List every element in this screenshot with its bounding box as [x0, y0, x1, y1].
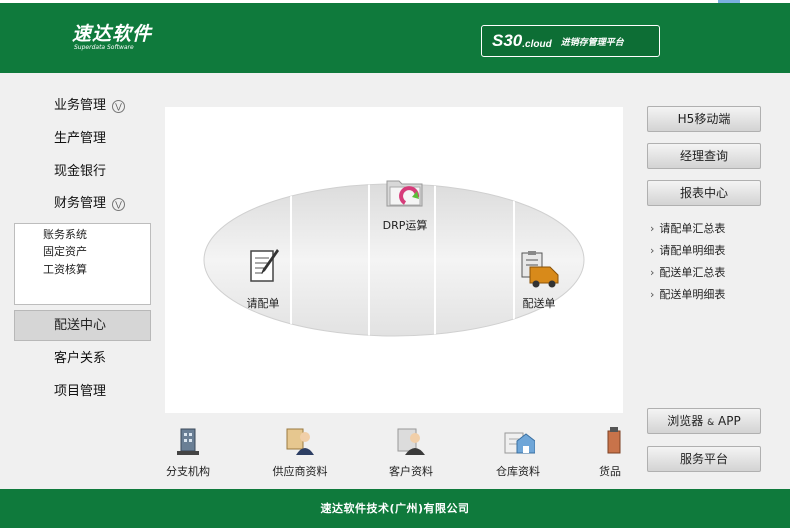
footer-bar: 速达软件技术(广州)有限公司	[0, 489, 790, 528]
nav-item-distribution-active[interactable]: 配送中心	[14, 310, 151, 341]
report-link-requisition-detail[interactable]: › 请配单明细表	[650, 244, 725, 258]
nav-item-business[interactable]: 业务管理 ⋁	[54, 96, 126, 116]
delivery-truck-icon	[521, 251, 559, 288]
flow-node-label: DRP运算	[382, 219, 428, 232]
quick-link-label: 客户资料	[389, 465, 433, 478]
chevron-right-icon: ›	[650, 244, 655, 257]
report-link-requisition-summary[interactable]: › 请配单汇总表	[650, 222, 725, 236]
sub-item-payroll[interactable]: 工资核算	[43, 263, 87, 277]
header-top-line	[0, 0, 790, 3]
flow-node-label: 请配单	[246, 297, 280, 310]
header-bar: 速达软件 Superdata Software S30 .cloud 进销存管理…	[0, 0, 790, 73]
logo-sub-text: Superdata Software	[74, 44, 134, 51]
manager-query-button[interactable]: 经理查询	[647, 143, 761, 169]
customer-icon	[397, 428, 425, 455]
nav-item-cash-bank[interactable]: 现金银行	[54, 162, 106, 182]
quick-link-goods[interactable]: 货品	[596, 425, 624, 479]
folder-refresh-icon	[386, 180, 423, 207]
product-cloud: .cloud	[522, 38, 552, 50]
report-link-label: 请配单汇总表	[659, 222, 726, 235]
chevron-double-down-icon[interactable]: ⋁	[112, 197, 126, 211]
clipboard-edit-icon	[250, 249, 279, 282]
nav-item-label: 业务管理	[54, 98, 107, 113]
quick-link-suppliers[interactable]: 供应商资料	[268, 425, 332, 479]
nav-item-label: 生产管理	[54, 131, 107, 146]
chevron-double-down-icon[interactable]: ⋁	[112, 99, 126, 113]
product-badge: S30 .cloud 进销存管理平台	[481, 25, 660, 57]
logo: 速达软件 Superdata Software	[72, 24, 152, 52]
logo-main-text: 速达软件	[72, 23, 153, 45]
chevron-right-icon: ›	[650, 222, 655, 235]
report-link-label: 配送单明细表	[659, 288, 726, 301]
quick-link-label: 分支机构	[166, 465, 210, 478]
report-link-label: 配送单汇总表	[659, 266, 726, 279]
nav-item-label: 客户关系	[54, 351, 107, 366]
quick-link-branches[interactable]: 分支机构	[162, 425, 214, 479]
report-link-delivery-summary[interactable]: › 配送单汇总表	[650, 266, 725, 280]
nav-item-projects[interactable]: 项目管理	[54, 382, 106, 402]
nav-item-production[interactable]: 生产管理	[54, 129, 106, 149]
corner-window-icon	[718, 0, 740, 3]
browser-app-amp: &	[707, 418, 715, 428]
quick-link-label: 货品	[599, 465, 621, 478]
nav-item-label: 项目管理	[54, 384, 107, 399]
quick-link-warehouses[interactable]: 仓库资料	[492, 425, 544, 479]
warehouse-icon	[504, 432, 536, 454]
nav-item-label: 财务管理	[54, 196, 107, 211]
supplier-icon	[286, 428, 314, 455]
browser-app-label: 浏览器	[667, 414, 704, 428]
chevron-right-icon: ›	[650, 266, 655, 279]
footer-company: 速达软件技术(广州)有限公司	[320, 502, 470, 515]
report-center-button[interactable]: 报表中心	[647, 180, 761, 206]
browser-app-button[interactable]: 浏览器 & APP	[647, 408, 761, 434]
report-link-delivery-detail[interactable]: › 配送单明细表	[650, 288, 725, 302]
building-icon	[177, 428, 199, 455]
flow-node-delivery[interactable]: 配送单	[513, 249, 565, 311]
sub-item-accounting[interactable]: 账务系统	[43, 228, 87, 242]
flow-node-requisition[interactable]: 请配单	[239, 245, 287, 311]
goods-icon	[607, 427, 621, 454]
chevron-right-icon: ›	[650, 288, 655, 301]
quick-link-label: 仓库资料	[496, 465, 540, 478]
product-tagline: 进销存管理平台	[560, 37, 624, 48]
product-code: S30	[492, 31, 523, 50]
browser-app-tail: APP	[718, 414, 741, 428]
nav-item-crm[interactable]: 客户关系	[54, 349, 106, 369]
main-area: 业务管理 ⋁ 生产管理 现金银行 财务管理 ⋁ 账务系统 固定资产 工资核算 配…	[0, 73, 790, 489]
flow-node-label: 配送单	[522, 297, 556, 310]
report-link-label: 请配单明细表	[659, 244, 726, 257]
nav-item-label: 现金银行	[54, 164, 107, 179]
flow-node-drp[interactable]: DRP运算	[375, 173, 435, 233]
flow-panel: DRP运算 请配单 配送单	[165, 107, 623, 413]
nav-item-finance[interactable]: 财务管理 ⋁	[54, 194, 126, 214]
service-platform-button[interactable]: 服务平台	[647, 446, 761, 472]
sub-item-fixed-assets[interactable]: 固定资产	[43, 245, 87, 259]
h5-mobile-button[interactable]: H5移动端	[647, 106, 761, 132]
quick-link-label: 供应商资料	[272, 465, 328, 478]
quick-link-customers[interactable]: 客户资料	[385, 425, 437, 479]
